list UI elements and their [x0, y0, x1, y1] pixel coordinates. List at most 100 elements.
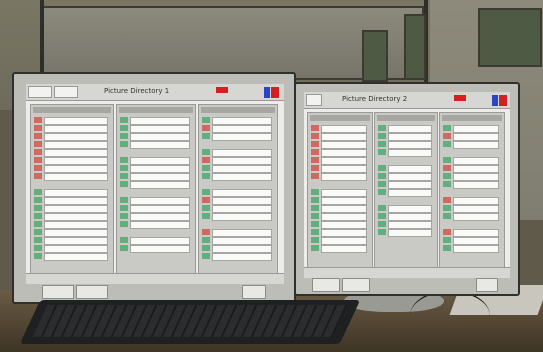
tab[interactable]: [54, 86, 78, 98]
list-item[interactable]: [44, 229, 108, 237]
list-item[interactable]: [44, 189, 108, 197]
command-button[interactable]: [342, 278, 370, 292]
list-item[interactable]: [453, 165, 499, 173]
right-screen[interactable]: Picture Directory 2: [304, 92, 510, 278]
list-item[interactable]: [321, 245, 367, 253]
list-item[interactable]: [212, 149, 272, 157]
list-item[interactable]: [321, 141, 367, 149]
list-item[interactable]: [130, 221, 190, 229]
list-item[interactable]: [130, 141, 190, 149]
list-item[interactable]: [212, 205, 272, 213]
list-item[interactable]: [388, 133, 432, 141]
list-item[interactable]: [212, 165, 272, 173]
list-item[interactable]: [321, 173, 367, 181]
tab[interactable]: [28, 86, 52, 98]
list-item[interactable]: [388, 221, 432, 229]
list-item[interactable]: [130, 197, 190, 205]
list-item[interactable]: [212, 189, 272, 197]
list-item[interactable]: [212, 125, 272, 133]
list-item[interactable]: [212, 253, 272, 261]
column-header: [442, 115, 502, 121]
list-item[interactable]: [212, 245, 272, 253]
list-item[interactable]: [453, 245, 499, 253]
list-item[interactable]: [130, 213, 190, 221]
list-item[interactable]: [321, 221, 367, 229]
list-item[interactable]: [388, 141, 432, 149]
list-item[interactable]: [453, 133, 499, 141]
list-item[interactable]: [44, 157, 108, 165]
tab[interactable]: [306, 94, 322, 106]
list-item[interactable]: [130, 237, 190, 245]
list-item[interactable]: [44, 205, 108, 213]
list-item[interactable]: [212, 197, 272, 205]
list-item[interactable]: [453, 173, 499, 181]
command-button[interactable]: [76, 285, 108, 299]
list-item[interactable]: [388, 205, 432, 213]
list-item[interactable]: [388, 165, 432, 173]
list-item[interactable]: [321, 197, 367, 205]
list-item[interactable]: [130, 125, 190, 133]
list-item[interactable]: [453, 181, 499, 189]
command-button[interactable]: [242, 285, 266, 299]
list-item[interactable]: [44, 173, 108, 181]
list-item[interactable]: [321, 157, 367, 165]
list-item[interactable]: [453, 205, 499, 213]
list-item[interactable]: [212, 133, 272, 141]
status-light: [378, 133, 386, 139]
list-item[interactable]: [44, 165, 108, 173]
list-item[interactable]: [130, 157, 190, 165]
list-item[interactable]: [321, 189, 367, 197]
list-item[interactable]: [388, 229, 432, 237]
list-item[interactable]: [453, 125, 499, 133]
list-item[interactable]: [130, 133, 190, 141]
status-light: [311, 157, 319, 163]
list-item[interactable]: [44, 213, 108, 221]
list-item[interactable]: [212, 173, 272, 181]
list-item[interactable]: [321, 149, 367, 157]
command-button[interactable]: [42, 285, 74, 299]
list-item[interactable]: [130, 173, 190, 181]
list-item[interactable]: [44, 237, 108, 245]
list-item[interactable]: [388, 125, 432, 133]
list-item[interactable]: [388, 189, 432, 197]
list-item[interactable]: [321, 165, 367, 173]
list-item[interactable]: [212, 237, 272, 245]
list-item[interactable]: [321, 213, 367, 221]
list-item[interactable]: [321, 125, 367, 133]
list-item[interactable]: [453, 237, 499, 245]
list-item[interactable]: [44, 197, 108, 205]
list-item[interactable]: [212, 157, 272, 165]
list-item[interactable]: [321, 133, 367, 141]
list-item[interactable]: [453, 229, 499, 237]
list-item[interactable]: [130, 181, 190, 189]
list-item[interactable]: [44, 141, 108, 149]
left-screen[interactable]: Picture Directory 1: [26, 84, 284, 284]
list-item[interactable]: [130, 165, 190, 173]
list-item[interactable]: [212, 229, 272, 237]
list-item[interactable]: [130, 245, 190, 253]
list-item[interactable]: [212, 213, 272, 221]
list-item[interactable]: [44, 117, 108, 125]
list-item[interactable]: [388, 181, 432, 189]
list-item[interactable]: [453, 141, 499, 149]
list-item[interactable]: [453, 197, 499, 205]
list-item[interactable]: [388, 149, 432, 157]
list-item[interactable]: [321, 237, 367, 245]
list-item[interactable]: [44, 125, 108, 133]
list-item[interactable]: [388, 173, 432, 181]
list-item[interactable]: [44, 253, 108, 261]
list-item[interactable]: [321, 229, 367, 237]
command-button[interactable]: [476, 278, 498, 292]
list-item[interactable]: [130, 205, 190, 213]
list-item[interactable]: [44, 133, 108, 141]
command-button[interactable]: [312, 278, 340, 292]
list-item[interactable]: [453, 157, 499, 165]
list-item[interactable]: [130, 117, 190, 125]
list-item[interactable]: [44, 245, 108, 253]
list-item[interactable]: [453, 213, 499, 221]
list-item[interactable]: [44, 221, 108, 229]
list-item[interactable]: [388, 213, 432, 221]
list-item[interactable]: [212, 117, 272, 125]
list-item[interactable]: [321, 205, 367, 213]
list-item[interactable]: [44, 149, 108, 157]
